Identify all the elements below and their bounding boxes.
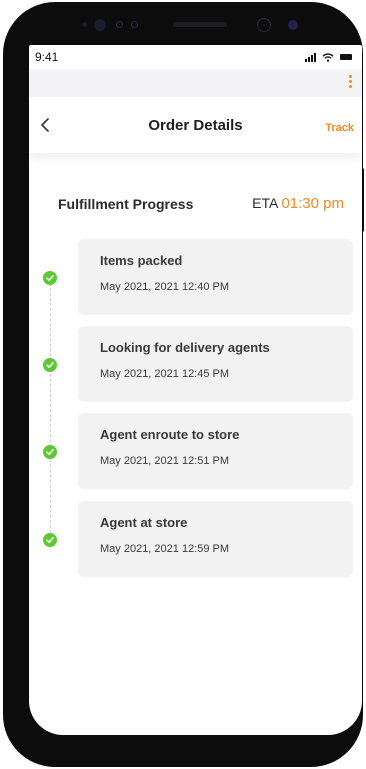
step-label: Agent at store	[100, 515, 188, 530]
timeline-step: Agent at store May 2021, 2021 12:59 PM	[78, 501, 353, 577]
eta: ETA 01:30 pm	[252, 195, 344, 212]
phone-sensors	[3, 12, 363, 38]
status-bar: 9:41	[29, 45, 362, 69]
eta-label: ETA	[252, 195, 278, 211]
app-screen: 9:41 Order Details Track Fulfillment Pro…	[29, 45, 362, 735]
step-time: May 2021, 2021 12:59 PM	[100, 543, 230, 555]
check-icon	[43, 533, 57, 547]
speaker-grille	[173, 22, 227, 27]
step-label: Agent enroute to store	[100, 427, 240, 442]
check-icon	[43, 358, 57, 372]
check-icon	[43, 445, 57, 459]
sensor-dot	[82, 22, 87, 27]
sensor-dot	[131, 21, 138, 28]
app-top-bar	[29, 69, 362, 97]
step-time: May 2021, 2021 12:45 PM	[100, 368, 230, 380]
page-header: Order Details Track	[29, 97, 362, 153]
step-time: May 2021, 2021 12:40 PM	[100, 281, 230, 293]
timeline-line	[50, 283, 51, 543]
more-icon[interactable]	[349, 75, 352, 88]
eta-time: 01:30 pm	[281, 195, 344, 212]
battery-icon	[340, 54, 352, 60]
progress-title: Fulfillment Progress	[58, 196, 194, 212]
camera-dot	[94, 19, 106, 31]
sensor-dot	[116, 21, 123, 28]
signal-icon	[305, 52, 316, 62]
page-title: Order Details	[148, 117, 243, 134]
sensor-dot	[288, 20, 298, 30]
front-camera	[257, 18, 271, 32]
track-button[interactable]: Track	[325, 122, 354, 134]
step-label: Items packed	[100, 253, 183, 268]
timeline-step: Looking for delivery agents May 2021, 20…	[78, 326, 353, 402]
check-icon	[43, 271, 57, 285]
timeline-step: Agent enroute to store May 2021, 2021 12…	[78, 413, 353, 489]
status-time: 9:41	[35, 50, 59, 64]
timeline-step: Items packed May 2021, 2021 12:40 PM	[78, 239, 353, 315]
status-icons	[305, 52, 352, 62]
step-label: Looking for delivery agents	[100, 340, 270, 355]
phone-frame: 9:41 Order Details Track Fulfillment Pro…	[3, 2, 363, 767]
wifi-icon	[322, 52, 334, 62]
step-time: May 2021, 2021 12:51 PM	[100, 455, 230, 467]
